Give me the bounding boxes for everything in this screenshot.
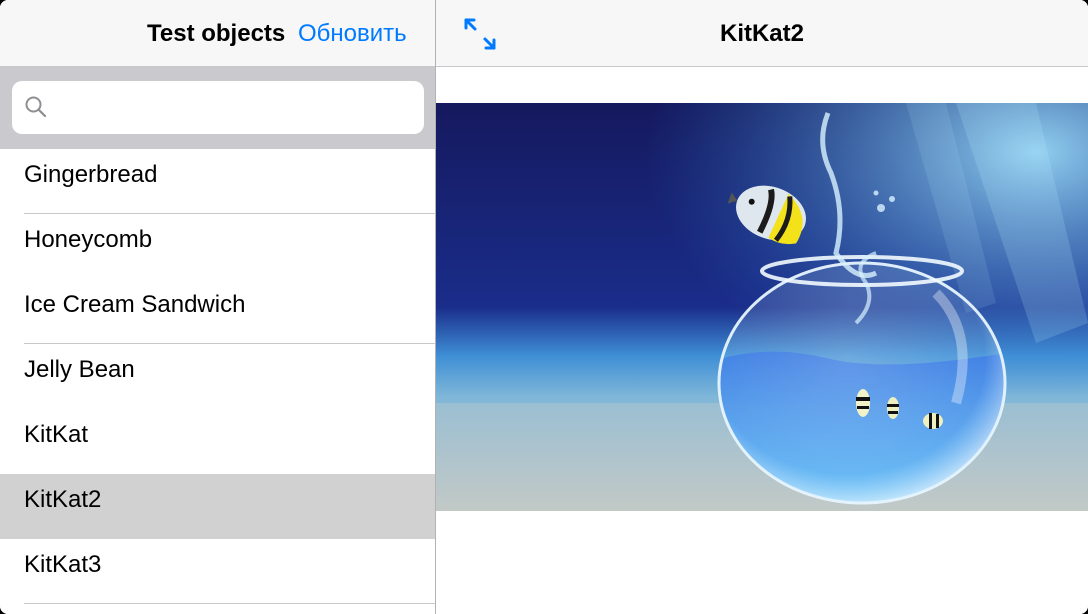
list-item-label: KitKat2	[24, 486, 102, 513]
row-separator	[24, 603, 435, 604]
object-list: Gingerbread Honeycomb Ice Cream Sandwich…	[0, 149, 435, 614]
list-item[interactable]: Jelly Bean	[0, 344, 435, 409]
list-item-label: Ice Cream Sandwich	[24, 291, 246, 318]
fishbowl-illustration	[436, 103, 1088, 511]
list-item-label: Jelly Bean	[24, 356, 135, 383]
list-item[interactable]: KitKat3	[0, 539, 435, 604]
master-pane: Test objects Обновить Gingerbread Honeyc…	[0, 0, 435, 614]
list-item[interactable]: KitKat	[0, 409, 435, 474]
refresh-button[interactable]: Обновить	[298, 20, 407, 48]
list-item-label: KitKat	[24, 421, 89, 448]
list-item[interactable]: KitKat2	[0, 474, 435, 539]
search-bar	[0, 67, 435, 149]
search-input[interactable]	[58, 90, 408, 124]
detail-image	[436, 103, 1088, 511]
master-nav-bar: Test objects Обновить	[0, 0, 435, 67]
detail-pane: KitKat2	[436, 0, 1088, 614]
list-item-label: KitKat3	[24, 551, 102, 578]
list-item-label: Honeycomb	[24, 226, 153, 253]
search-field[interactable]	[12, 81, 424, 134]
list-item[interactable]: Honeycomb	[0, 214, 435, 279]
master-title: Test objects	[147, 20, 286, 47]
detail-nav-bar: KitKat2	[436, 0, 1088, 67]
list-item[interactable]: Gingerbread	[0, 149, 435, 214]
list-item-label: Gingerbread	[24, 161, 158, 188]
app-window: Test objects Обновить Gingerbread Honeyc…	[0, 0, 1088, 614]
detail-title: KitKat2	[719, 20, 804, 47]
search-icon	[25, 96, 47, 118]
list-item[interactable]: Ice Cream Sandwich	[0, 279, 435, 344]
